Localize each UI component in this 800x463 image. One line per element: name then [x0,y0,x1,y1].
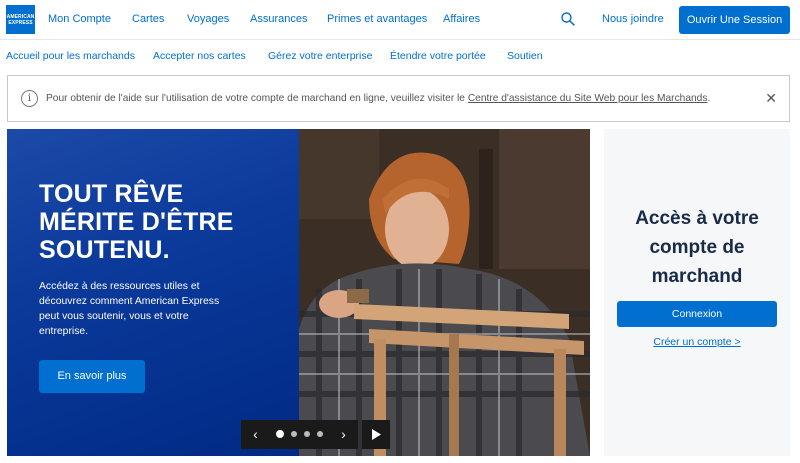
alert-text-after: . [707,93,711,104]
close-icon[interactable]: ✕ [765,90,777,107]
top-navigation: AMERICAN EXPRESS Mon Compte Cartes Voyag… [0,0,800,40]
carousel-dot-2[interactable] [291,431,297,437]
chevron-right-icon[interactable]: › [329,420,358,449]
search-icon[interactable] [561,12,575,26]
carousel-dot-4[interactable] [317,431,323,437]
alert-text-before: Pour obtenir de l'aide sur l'utilisation… [46,93,465,104]
alert-message: Pour obtenir de l'aide sur l'utilisation… [46,93,710,104]
chevron-left-icon[interactable]: ‹ [241,420,270,449]
subnav-accepter-cartes[interactable]: Accepter nos cartes [153,50,246,62]
woodworker-illustration [299,129,590,456]
nav-voyages[interactable]: Voyages [187,13,229,25]
carousel-controls: ‹ › [241,420,390,449]
hero-description: Accédez à des ressources utiles et décou… [39,281,220,337]
subnav-etendre-portee[interactable]: Étendre votre portée [390,50,486,62]
help-alert-banner: i Pour obtenir de l'aide sur l'utilisati… [7,75,790,122]
subnav-soutien[interactable]: Soutien [507,50,543,62]
nav-cartes[interactable]: Cartes [132,13,164,25]
amex-logo[interactable]: AMERICAN EXPRESS [6,5,35,34]
nav-mon-compte[interactable]: Mon Compte [48,13,111,25]
learn-more-button[interactable]: En savoir plus [39,360,145,393]
merchant-access-panel: Accès à votre compte de marchand Connexi… [604,129,790,456]
logo-line2: EXPRESS [8,20,33,26]
hero-title: TOUT RÊVE MÉRITE D'ÊTRE SOUTENU. [39,180,234,264]
nav-primes-avantages[interactable]: Primes et avantages [327,13,427,25]
merchant-help-center-link[interactable]: Centre d'assistance du Site Web pour les… [468,93,708,104]
info-icon: i [21,90,38,107]
carousel-dot-3[interactable] [304,431,310,437]
login-button[interactable]: Ouvrir Une Session [679,6,790,34]
subnav-gerez-entreprise[interactable]: Gérez votre enterprise [268,50,372,62]
contact-link[interactable]: Nous joindre [602,13,664,25]
hero-carousel: TOUT RÊVE MÉRITE D'ÊTRE SOUTENU. Accédez… [7,129,590,456]
carousel-dot-1[interactable] [276,430,284,438]
connexion-button[interactable]: Connexion [617,301,777,327]
create-account-link[interactable]: Créer un compte > [604,336,790,348]
hero-image-woodworker [299,129,590,456]
subnav-accueil-marchands[interactable]: Accueil pour les marchands [6,50,135,62]
hero-text-panel: TOUT RÊVE MÉRITE D'ÊTRE SOUTENU. Accédez… [7,129,299,456]
play-icon[interactable] [362,420,390,449]
nav-affaires[interactable]: Affaires [443,13,480,25]
access-title: Accès à votre compte de marchand [635,208,759,287]
nav-assurances[interactable]: Assurances [250,13,307,25]
